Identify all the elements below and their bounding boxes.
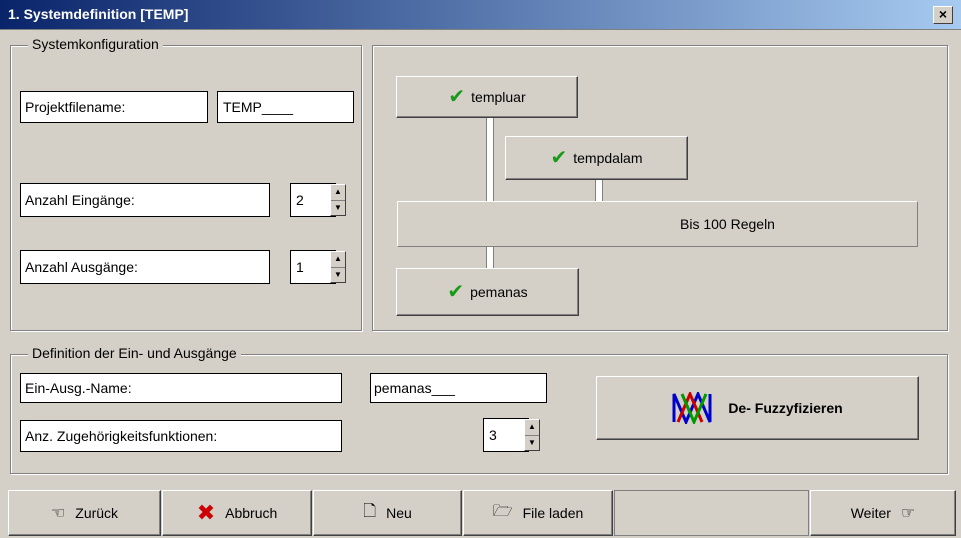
stepper-up-icon[interactable]: ▲ [331,252,345,268]
fuzzify-button[interactable]: De- Fuzzyfizieren [596,376,919,440]
load-file-button[interactable]: 🗁 File laden [463,490,613,536]
toolbar-spacer [614,490,809,536]
output-count-label: Anzahl Ausgänge: [20,250,270,284]
fuzzy-curves-icon [672,392,712,424]
check-icon: ✔ [447,281,465,303]
check-icon: ✔ [550,147,568,169]
stepper-down-icon[interactable]: ▼ [331,201,345,216]
input-node-label: templuar [471,89,526,105]
output-count-stepper[interactable]: ▲ ▼ [330,251,346,283]
output-node-label: pemanas [470,284,528,300]
io-name-label: Ein-Ausg.-Name: [20,373,342,403]
connector-input2 [595,180,603,202]
stepper-up-icon[interactable]: ▲ [525,420,539,436]
input-count-label: Anzahl Eingänge: [20,183,270,217]
rules-node[interactable]: Bis 100 Regeln [397,201,918,247]
cancel-label: Abbruch [225,505,278,521]
window-title: 1. Systemdefinition [TEMP] [8,6,189,22]
stepper-down-icon[interactable]: ▼ [525,436,539,451]
new-label: Neu [386,505,412,521]
check-icon: ✔ [448,86,466,108]
new-button[interactable]: 🗋 Neu [313,490,462,536]
rules-label: Bis 100 Regeln [680,216,775,232]
input-node-templuar[interactable]: ✔ templuar [396,76,578,118]
back-button[interactable]: ☜ Zurück [8,490,161,536]
input-node-tempdalam[interactable]: ✔ tempdalam [505,136,688,180]
folder-open-icon: 🗁 [492,502,513,520]
membership-count-label: Anz. Zugehörigkeitsfunktionen: [20,420,342,452]
membership-count-field[interactable]: 3 [483,418,529,452]
next-label: Weiter [850,505,891,521]
stepper-down-icon[interactable]: ▼ [331,268,345,283]
stepper-up-icon[interactable]: ▲ [331,185,345,201]
fuzzify-label: De- Fuzzyfizieren [728,400,843,416]
close-icon[interactable]: × [933,6,953,24]
connector-input1 [486,118,494,202]
close-x-icon: ✖ [196,500,216,525]
back-label: Zurück [75,505,119,521]
cancel-button[interactable]: ✖ Abbruch [162,490,312,536]
membership-count-stepper[interactable]: ▲ ▼ [524,419,540,451]
io-name-input[interactable]: pemanas___ [370,373,547,403]
input-count-stepper[interactable]: ▲ ▼ [330,184,346,216]
next-button[interactable]: Weiter ☞ [810,490,956,536]
title-bar: 1. Systemdefinition [TEMP] × [0,0,961,30]
project-filename-label: Projektfilename: [20,91,208,123]
system-config-legend: Systemkonfiguration [28,36,163,52]
load-file-label: File laden [522,505,584,521]
output-node-pemanas[interactable]: ✔ pemanas [396,268,579,316]
hand-right-icon: ☞ [900,505,916,522]
io-definition-legend: Definition der Ein- und Ausgänge [28,345,241,361]
hand-left-icon: ☜ [50,505,66,522]
new-file-icon: 🗋 [363,502,377,520]
project-filename-input[interactable]: TEMP____ [217,91,354,123]
connector-output [486,245,494,269]
input-node-label: tempdalam [573,150,643,166]
